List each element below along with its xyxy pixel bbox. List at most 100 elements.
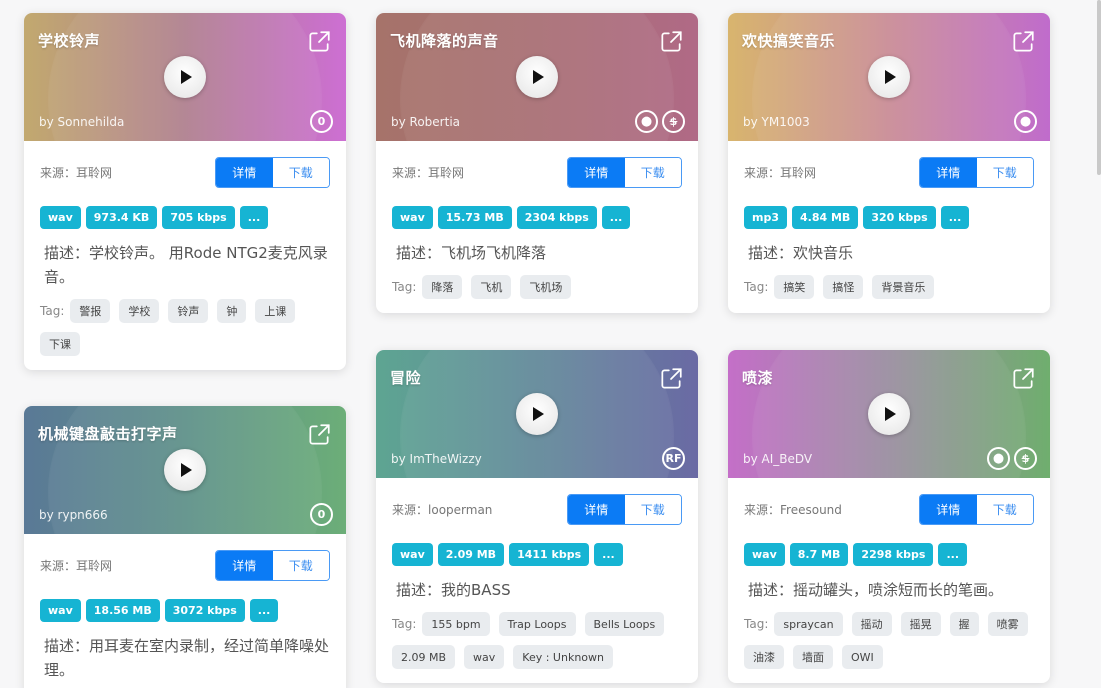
tag-chip[interactable]: 上课	[255, 299, 296, 323]
download-button[interactable]: 下载	[272, 158, 329, 187]
external-link-icon[interactable]	[1010, 366, 1036, 392]
tag-chip[interactable]: 握	[949, 612, 979, 636]
play-button[interactable]	[868, 56, 910, 98]
card-body: 来源：looperman 详情 下载 wav 2.09 MB 1411 kbps…	[376, 478, 698, 683]
detail-button[interactable]: 详情	[216, 158, 273, 187]
license-icons: ● $	[987, 447, 1037, 470]
tag-chip[interactable]: 钟	[217, 299, 247, 323]
tag-chip[interactable]: 降落	[422, 275, 463, 299]
download-button[interactable]: 下载	[272, 551, 329, 580]
play-button[interactable]	[516, 56, 558, 98]
detail-button[interactable]: 详情	[920, 158, 977, 187]
external-link-icon[interactable]	[658, 29, 684, 55]
more-badge[interactable]: ...	[940, 206, 970, 229]
play-button[interactable]	[164, 449, 206, 491]
sound-title[interactable]: 冒险	[390, 367, 421, 388]
detail-button[interactable]: 详情	[216, 551, 273, 580]
tag-chip[interactable]: 搞笑	[774, 275, 815, 299]
cc-by-icon[interactable]: ●	[635, 110, 658, 133]
tag-chip[interactable]: Key : Unknown	[513, 645, 613, 669]
source-text: 来源：Freesound	[744, 503, 842, 517]
more-badge[interactable]: ...	[594, 543, 623, 566]
royalty-free-icon[interactable]: RF	[662, 447, 685, 470]
tag-chip[interactable]: 下课	[40, 332, 80, 356]
action-button-group: 详情 下载	[215, 157, 330, 188]
tag-chip[interactable]: 油漆	[744, 645, 784, 669]
download-button[interactable]: 下载	[976, 158, 1033, 187]
cc-zero-icon[interactable]: 0	[310, 503, 333, 526]
more-badge[interactable]: ...	[249, 599, 279, 622]
author[interactable]: by AI_BeDV	[743, 452, 812, 466]
size-badge: 973.4 KB	[85, 206, 158, 229]
play-button[interactable]	[164, 56, 206, 98]
action-button-group: 详情 下载	[567, 494, 682, 525]
tag-chip[interactable]: Trap Loops	[498, 612, 576, 636]
tag-chip[interactable]: 摇晃	[900, 612, 941, 636]
tag-chip[interactable]: 飞机	[471, 275, 512, 299]
tag-label: Tag:	[392, 280, 417, 294]
detail-button[interactable]: 详情	[920, 495, 977, 524]
description: 描述：我的BASS	[396, 581, 511, 599]
tag-chip[interactable]: 铃声	[168, 299, 209, 323]
tag-chip[interactable]: OWI	[842, 645, 883, 669]
sound-title[interactable]: 欢快搞笑音乐	[742, 30, 835, 51]
license-icons: RF	[662, 447, 685, 470]
tag-chip[interactable]: 2.09 MB	[392, 645, 456, 669]
author[interactable]: by YM1003	[743, 115, 810, 129]
tag-chip[interactable]: Bells Loops	[584, 612, 665, 636]
tag-chip[interactable]: 摇动	[851, 612, 892, 636]
sound-card: 飞机降落的声音 by Robertia ● $ 来源：耳聆网 详情 下载 wav …	[376, 13, 698, 313]
play-button[interactable]	[868, 393, 910, 435]
cc-by-icon[interactable]: ●	[987, 447, 1010, 470]
more-badge[interactable]: ...	[938, 543, 968, 566]
bitrate-badge: 705 kbps	[162, 206, 235, 229]
tag-list: Tag: 警报 学校 铃声钟上课 下课	[40, 299, 330, 356]
tag-chip[interactable]: 警报	[70, 299, 111, 323]
play-button[interactable]	[516, 393, 558, 435]
description: 描述：用耳麦在室内录制，经过简单降噪处理。	[44, 637, 330, 679]
detail-button[interactable]: 详情	[568, 495, 625, 524]
external-link-icon[interactable]	[658, 366, 684, 392]
download-button[interactable]: 下载	[624, 495, 681, 524]
cc-zero-icon[interactable]: 0	[310, 110, 333, 133]
tag-chip[interactable]: 背景音乐	[872, 275, 935, 299]
tag-chip[interactable]: wav	[464, 645, 505, 669]
action-button-group: 详情 下载	[567, 157, 682, 188]
size-badge: 8.7 MB	[789, 543, 849, 566]
sound-card: 冒险 by ImTheWizzy RF 来源：looperman 详情 下载 w…	[376, 350, 698, 683]
detail-button[interactable]: 详情	[568, 158, 625, 187]
scrollbar[interactable]	[1097, 0, 1101, 175]
download-button[interactable]: 下载	[624, 158, 681, 187]
tag-chip[interactable]: spraycan	[774, 612, 843, 636]
download-button[interactable]: 下载	[976, 495, 1033, 524]
description: 描述：欢快音乐	[748, 244, 854, 262]
sound-title[interactable]: 飞机降落的声音	[390, 30, 499, 51]
cc-by-icon[interactable]: ●	[1014, 110, 1037, 133]
more-badge[interactable]: ...	[239, 206, 269, 229]
author[interactable]: by rypn666	[39, 508, 108, 522]
sound-title[interactable]: 学校铃声	[38, 30, 100, 51]
more-badge[interactable]: ...	[601, 206, 631, 229]
card-body: 来源：耳聆网 详情 下载 mp3 4.84 MB 320 kbps ... 描述…	[728, 141, 1050, 313]
description: 描述：飞机场飞机降落	[396, 244, 547, 262]
author[interactable]: by ImTheWizzy	[391, 452, 482, 466]
external-link-icon[interactable]	[306, 422, 332, 448]
external-link-icon[interactable]	[1010, 29, 1036, 55]
tag-chip[interactable]: 喷雾	[987, 612, 1028, 636]
meta-badges: wav 15.73 MB 2304 kbps ...	[392, 206, 682, 229]
tag-chip[interactable]: 搞怪	[823, 275, 864, 299]
tag-chip[interactable]: 飞机场	[520, 275, 572, 299]
tag-chip[interactable]: 学校	[119, 299, 160, 323]
author[interactable]: by Robertia	[391, 115, 460, 129]
size-badge: 18.56 MB	[85, 599, 160, 622]
card-body: 来源：耳聆网 详情 下载 wav 973.4 KB 705 kbps ... 描…	[24, 141, 346, 370]
cc-nc-icon[interactable]: $	[1014, 447, 1037, 470]
sound-title[interactable]: 机械键盘敲击打字声	[38, 423, 178, 444]
cc-nc-icon[interactable]: $	[662, 110, 685, 133]
tag-chip[interactable]: 155 bpm	[422, 612, 490, 636]
external-link-icon[interactable]	[306, 29, 332, 55]
tag-chip[interactable]: 墙面	[793, 645, 833, 669]
author[interactable]: by Sonnehilda	[39, 115, 124, 129]
format-badge: mp3	[744, 206, 787, 229]
sound-title[interactable]: 喷漆	[742, 367, 773, 388]
